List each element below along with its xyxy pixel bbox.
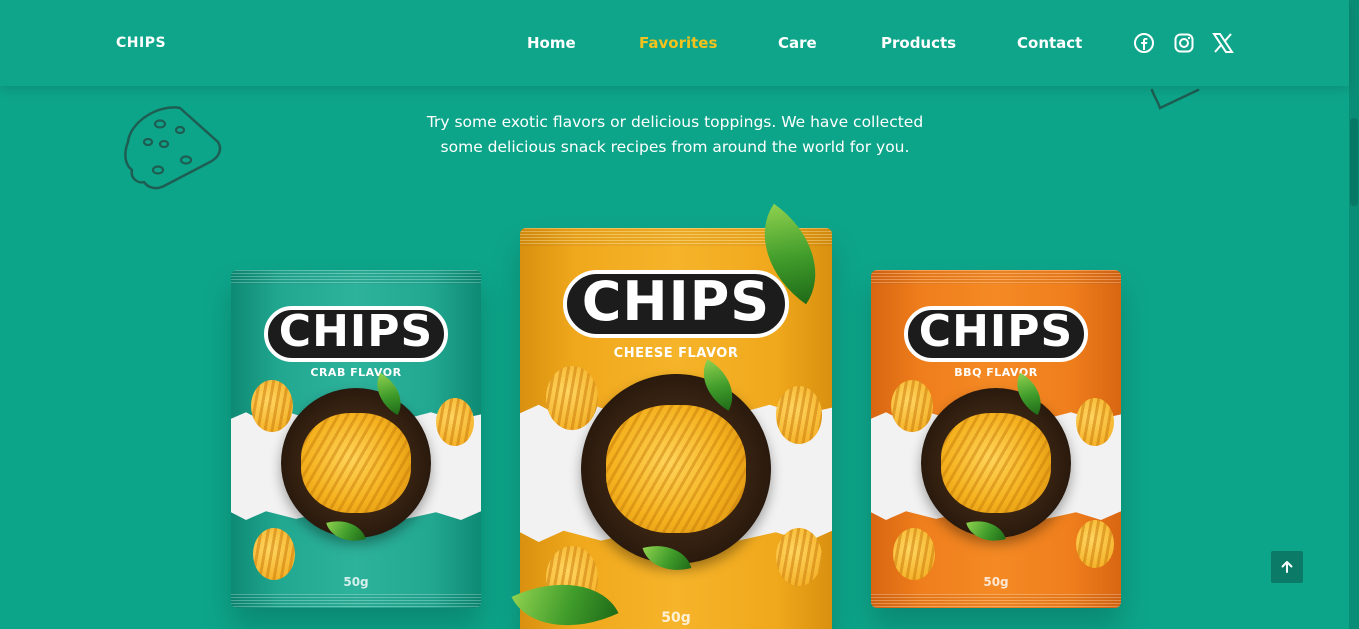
- bag-crimp-bottom: [231, 594, 481, 608]
- chip-image: [776, 528, 822, 586]
- scroll-to-top-button[interactable]: [1271, 551, 1303, 583]
- nav-link-contact[interactable]: Contact: [1017, 34, 1082, 52]
- instagram-icon[interactable]: [1173, 32, 1195, 54]
- product-card-crab[interactable]: CHIPS CRAB FLAVOR 50g: [231, 270, 481, 608]
- chip-image: [893, 528, 935, 580]
- scrollbar-thumb[interactable]: [1350, 118, 1358, 206]
- chips-pile-image: [301, 413, 411, 513]
- nav-link-products[interactable]: Products: [881, 34, 956, 52]
- flavor-label: CHEESE FLAVOR: [613, 346, 739, 361]
- chips-pile-image: [941, 413, 1051, 513]
- chip-image: [546, 366, 598, 430]
- chip-image: [251, 380, 293, 432]
- bag-logo: CHIPS: [278, 305, 434, 358]
- chip-image: [1076, 398, 1114, 446]
- chip-image: [1076, 520, 1114, 568]
- intro-line-2: some delicious snack recipes from around…: [440, 138, 910, 156]
- bag-crimp-top: [231, 270, 481, 284]
- intro-text: Try some exotic flavors or delicious top…: [380, 110, 970, 160]
- chips-pile-image: [606, 405, 746, 533]
- chip-bowl-image: [281, 388, 431, 538]
- cheese-doodle-icon: [124, 106, 222, 190]
- bag-logo: CHIPS: [581, 269, 771, 334]
- weight-label: 50g: [343, 575, 369, 589]
- weight-label: 50g: [983, 575, 1009, 589]
- snack-doodle-icon: [1150, 88, 1200, 110]
- bag-crimp-bottom: [871, 594, 1121, 608]
- product-card-cheese[interactable]: CHIPS CHEESE FLAVOR 50g: [520, 228, 832, 629]
- brand-logo[interactable]: CHIPS: [116, 35, 166, 51]
- bag-crimp-top: [871, 270, 1121, 284]
- x-icon[interactable]: [1212, 32, 1234, 54]
- bag-logo: CHIPS: [918, 305, 1074, 358]
- facebook-icon[interactable]: [1133, 32, 1155, 54]
- nav-link-home[interactable]: Home: [527, 34, 576, 52]
- chip-image: [776, 386, 822, 444]
- product-card-bbq[interactable]: CHIPS BBQ FLAVOR 50g: [871, 270, 1121, 608]
- chip-image: [891, 380, 933, 432]
- chip-bowl-image: [581, 374, 771, 564]
- arrow-up-icon: [1281, 561, 1293, 573]
- nav-link-care[interactable]: Care: [778, 34, 817, 52]
- chip-bowl-image: [921, 388, 1071, 538]
- chip-image: [436, 398, 474, 446]
- navbar: CHIPS Home Favorites Care Products Conta…: [0, 0, 1349, 86]
- page-scrollbar[interactable]: [1349, 0, 1359, 629]
- flavor-label: BBQ FLAVOR: [954, 366, 1038, 379]
- intro-line-1: Try some exotic flavors or delicious top…: [426, 113, 924, 131]
- nav-link-favorites[interactable]: Favorites: [639, 34, 717, 52]
- chip-image: [253, 528, 295, 580]
- flavor-label: CRAB FLAVOR: [310, 366, 402, 379]
